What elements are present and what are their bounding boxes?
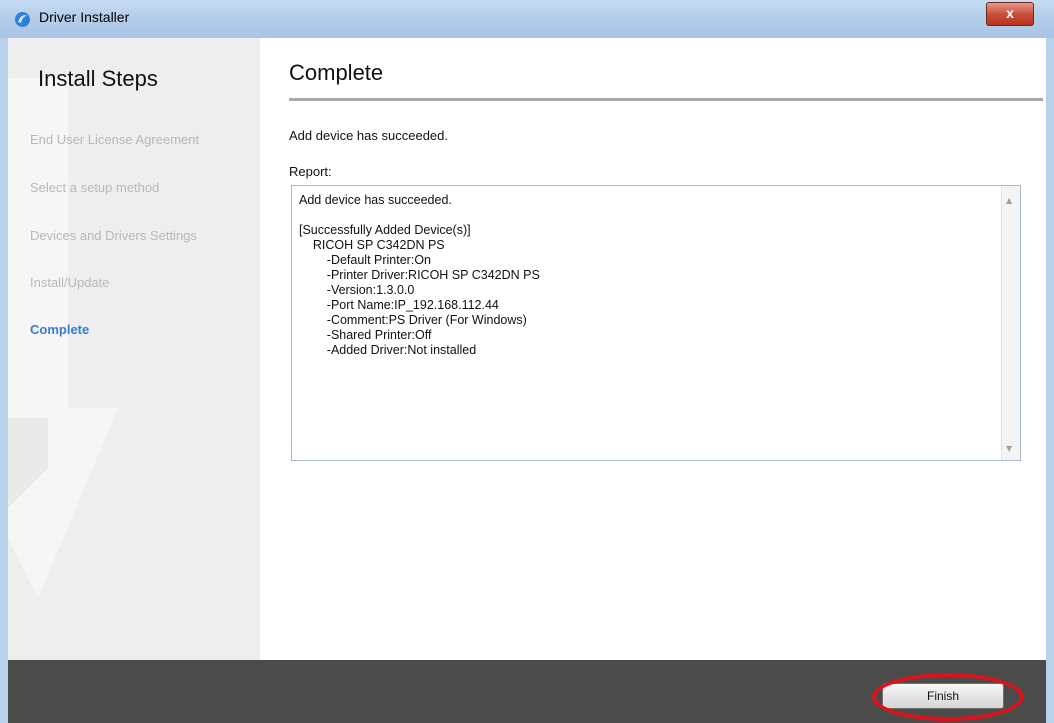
close-icon: x — [1006, 5, 1014, 21]
page-title: Complete — [289, 60, 384, 85]
step-install-update: Install/Update — [30, 275, 110, 290]
report-label: Report: — [289, 164, 332, 179]
sidebar-title: Install Steps — [38, 66, 158, 91]
step-devices-and-drivers-settings: Devices and Drivers Settings — [30, 228, 197, 243]
close-button[interactable]: x — [986, 2, 1034, 26]
window-title: Driver Installer — [39, 9, 130, 25]
title-bar: Driver Installer x — [0, 0, 1054, 39]
driver-installer-icon — [15, 12, 30, 27]
step-select-setup-method: Select a setup method — [30, 180, 160, 195]
finish-button[interactable]: Finish — [882, 683, 1004, 709]
step-complete: Complete — [30, 322, 90, 337]
report-scrollbar[interactable]: ▲ ▼ — [1001, 186, 1020, 460]
scroll-down-icon[interactable]: ▼ — [1006, 444, 1012, 453]
window-frame-left — [0, 38, 8, 723]
scroll-up-icon[interactable]: ▲ — [1006, 196, 1012, 205]
report-textarea[interactable]: Add device has succeeded. [Successfully … — [291, 185, 1021, 461]
title-divider — [289, 98, 1043, 101]
status-message: Add device has succeeded. — [289, 128, 448, 143]
window-frame-right — [1046, 38, 1054, 723]
step-end-user-license-agreement: End User License Agreement — [30, 132, 200, 147]
report-text: Add device has succeeded. [Successfully … — [299, 193, 540, 357]
